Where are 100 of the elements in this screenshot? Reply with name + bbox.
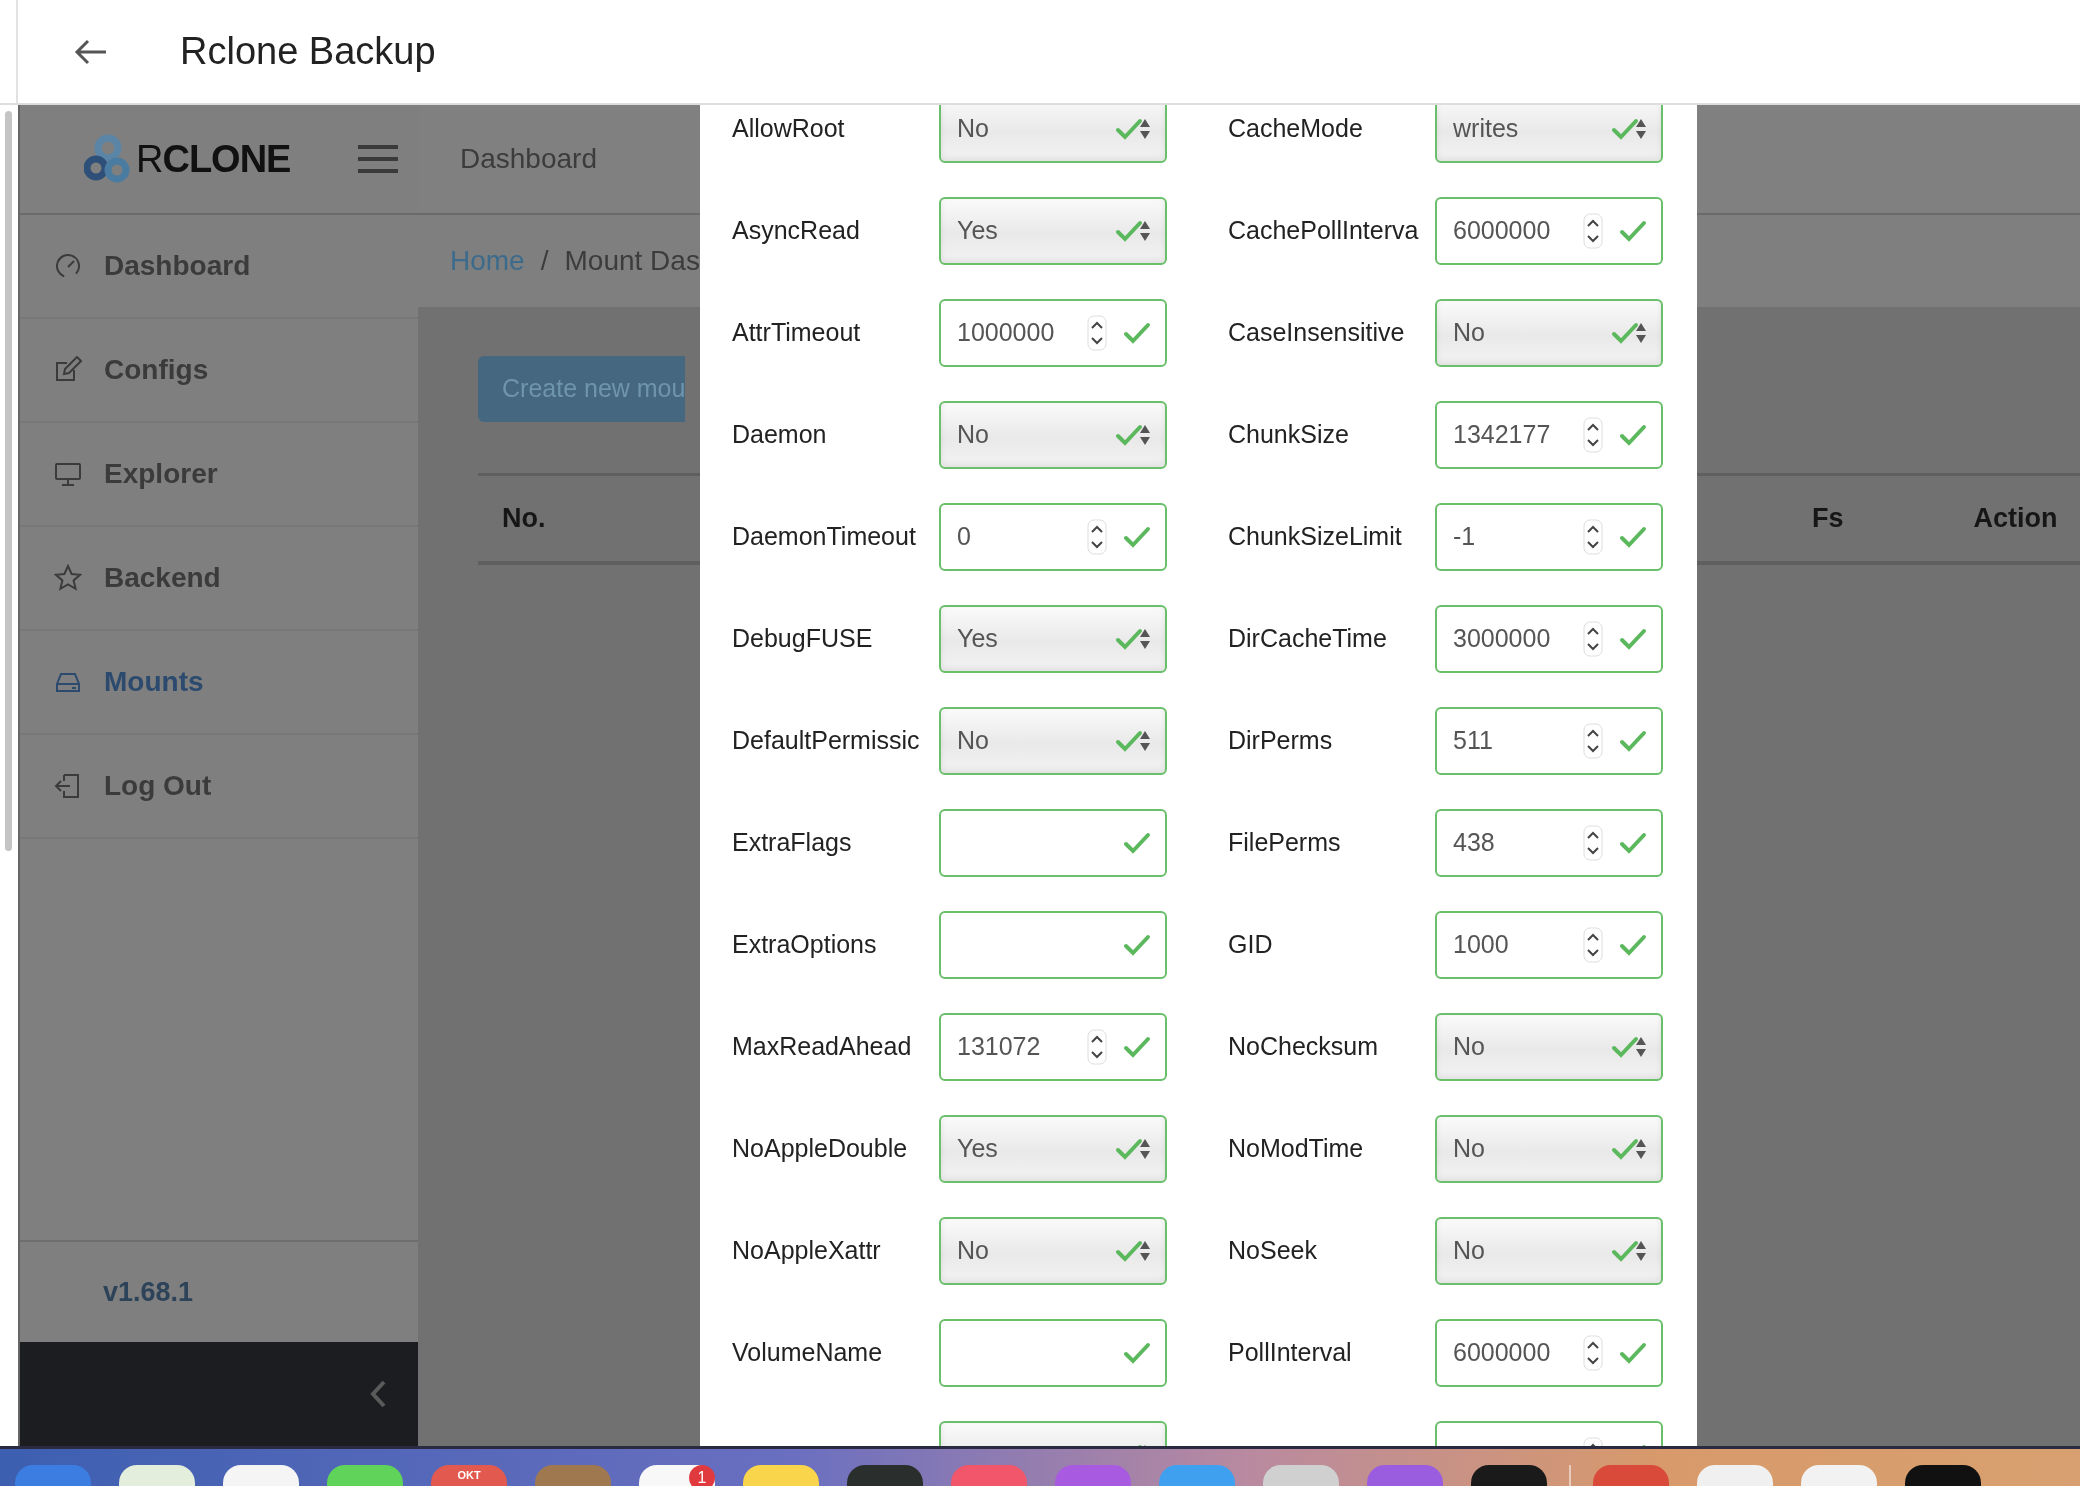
check-icon (1619, 933, 1647, 957)
dropdown[interactable]: No (1435, 1013, 1663, 1081)
input-field[interactable]: -1 (1435, 503, 1663, 571)
field-label: Daemon (732, 419, 828, 451)
check-icon (1123, 831, 1151, 855)
dropdown[interactable]: No (939, 401, 1167, 469)
field-label: NoSeek (1228, 1235, 1318, 1267)
breadcrumb-separator: / (540, 244, 549, 278)
field-label: VolumeName (732, 1337, 884, 1369)
edit-icon (54, 356, 82, 384)
check-icon (1619, 729, 1647, 753)
sort-arrows-icon (1139, 729, 1151, 753)
input-field[interactable] (939, 809, 1167, 877)
sort-arrows-icon (1635, 321, 1647, 345)
check-icon (1611, 321, 1639, 345)
spinner-icon[interactable] (1583, 723, 1603, 759)
sort-arrows-icon (1139, 423, 1151, 447)
dropdown[interactable]: No (939, 1217, 1167, 1285)
field-label: ChunkSizeLimit (1228, 521, 1403, 553)
spinner-icon[interactable] (1583, 417, 1603, 453)
dropdown[interactable]: writes (1435, 105, 1663, 163)
page-title: Dashboard (460, 142, 597, 176)
check-icon (1619, 219, 1647, 243)
check-icon (1619, 627, 1647, 651)
field-label: NoModTime (1228, 1133, 1365, 1165)
spinner-icon[interactable] (1087, 519, 1107, 555)
input-field[interactable]: 1000 (1435, 911, 1663, 979)
dropdown[interactable]: No (1435, 1115, 1663, 1183)
logout-icon (54, 772, 82, 800)
input-field[interactable]: 438 (1435, 809, 1663, 877)
notification-badge: 1 (689, 1465, 715, 1486)
check-icon (1115, 117, 1143, 141)
field-label: MaxReadAhead (732, 1031, 913, 1063)
column-header: Action (1973, 502, 2058, 536)
input-field[interactable] (939, 1319, 1167, 1387)
dropdown[interactable]: No (939, 707, 1167, 775)
spinner-icon[interactable] (1087, 315, 1107, 351)
back-icon[interactable] (74, 37, 108, 66)
input-field[interactable]: 511 (1435, 707, 1663, 775)
field-label: CachePollInterva (1228, 215, 1420, 247)
check-icon (1123, 321, 1151, 345)
check-icon (1115, 423, 1143, 447)
dropdown[interactable]: No (1435, 1217, 1663, 1285)
check-icon (1611, 1035, 1639, 1059)
input-field[interactable] (939, 911, 1167, 979)
check-icon (1611, 117, 1639, 141)
field-label: NoAppleDouble (732, 1133, 909, 1165)
scrollbar[interactable] (5, 111, 12, 851)
sort-arrows-icon (1139, 1239, 1151, 1263)
input-field[interactable]: 6000000 (1435, 1319, 1663, 1387)
column-header: No. (502, 502, 546, 536)
check-icon (1115, 1239, 1143, 1263)
sort-arrows-icon (1139, 627, 1151, 651)
field-label: NoChecksum (1228, 1031, 1380, 1063)
dropdown[interactable]: Yes (939, 1115, 1167, 1183)
sort-arrows-icon (1635, 1239, 1647, 1263)
field-label: AttrTimeout (732, 317, 862, 349)
spinner-icon[interactable] (1087, 1029, 1107, 1065)
app-icon[interactable]: 1 (639, 1465, 715, 1486)
sort-arrows-icon (1139, 219, 1151, 243)
logo-text: RCLONE (136, 136, 291, 182)
field-label: AsyncRead (732, 215, 861, 247)
field-label: PollInterval (1228, 1337, 1353, 1369)
field-label: DebugFUSE (732, 623, 874, 655)
check-icon (1123, 933, 1151, 957)
check-icon (1123, 1035, 1151, 1059)
spinner-icon[interactable] (1583, 825, 1603, 861)
spinner-icon[interactable] (1583, 1335, 1603, 1371)
field-label: GID (1228, 929, 1274, 961)
input-field[interactable]: 3000000 (1435, 605, 1663, 673)
spinner-icon[interactable] (1583, 519, 1603, 555)
star-icon (54, 564, 82, 592)
collapse-icon[interactable] (370, 1380, 386, 1408)
dropdown[interactable]: No (1435, 299, 1663, 367)
field-label: DirPerms (1228, 725, 1334, 757)
dropdown[interactable]: No (939, 105, 1167, 163)
spinner-icon[interactable] (1583, 927, 1603, 963)
field-label: CaseInsensitive (1228, 317, 1406, 349)
sort-arrows-icon (1635, 1035, 1647, 1059)
sort-arrows-icon (1139, 117, 1151, 141)
field-label: NoAppleXattr (732, 1235, 882, 1267)
spinner-icon[interactable] (1583, 213, 1603, 249)
breadcrumb-current: Mount Das (564, 244, 700, 278)
check-icon (1123, 1341, 1151, 1365)
check-icon (1115, 1137, 1143, 1161)
input-field[interactable]: 0 (939, 503, 1167, 571)
input-field[interactable]: 1000000 (939, 299, 1167, 367)
menu-icon[interactable] (356, 143, 400, 175)
field-label: AllowRoot (732, 113, 846, 145)
dropdown[interactable]: Yes (939, 605, 1167, 673)
check-icon (1123, 525, 1151, 549)
input-field[interactable]: 131072 (939, 1013, 1167, 1081)
field-label: DaemonTimeout (732, 521, 917, 553)
input-field[interactable]: 1342177 (1435, 401, 1663, 469)
spinner-icon[interactable] (1583, 621, 1603, 657)
dropdown[interactable]: Yes (939, 197, 1167, 265)
logo-icon (84, 134, 130, 184)
input-field[interactable]: 6000000 (1435, 197, 1663, 265)
app-icon[interactable]: OKT (431, 1465, 507, 1486)
field-label: DirCacheTime (1228, 623, 1388, 655)
